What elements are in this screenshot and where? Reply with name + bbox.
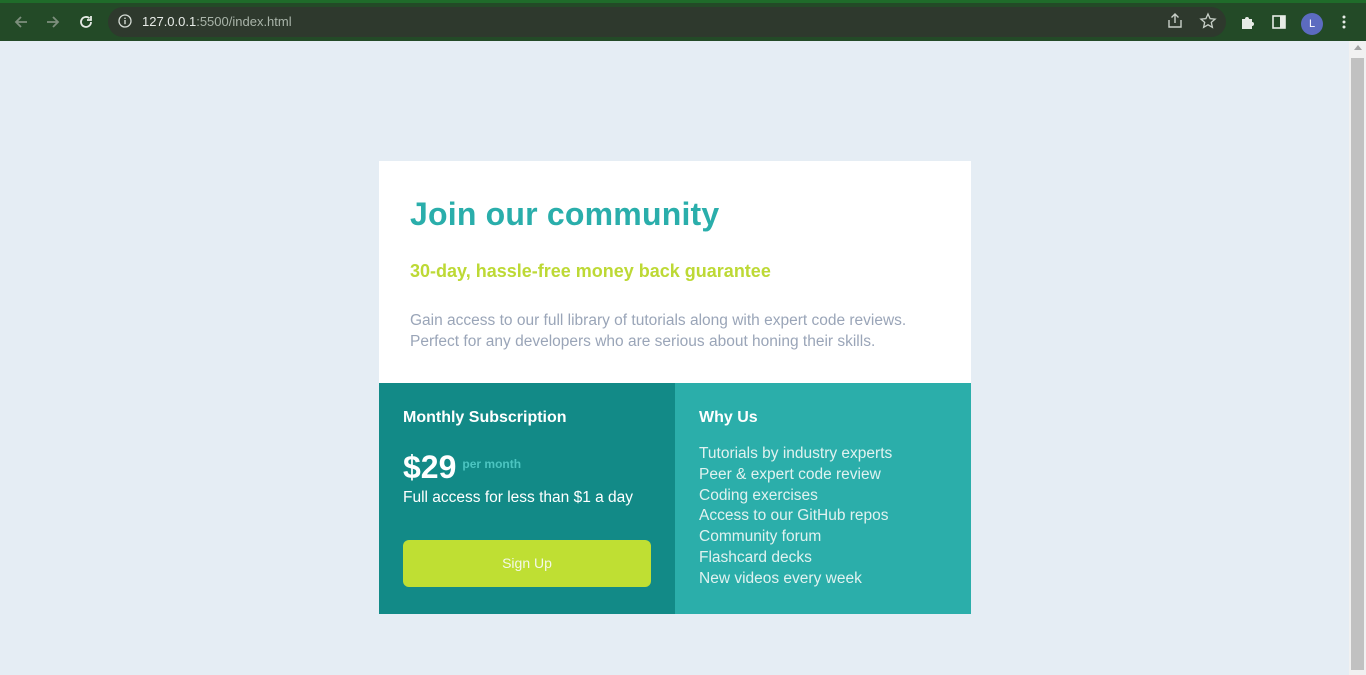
price-note: Full access for less than $1 a day (403, 489, 634, 506)
bookmark-star-icon[interactable] (1199, 12, 1217, 30)
puzzle-icon (1242, 17, 1254, 29)
menu-button[interactable] (1331, 9, 1357, 35)
url-host: 127.0.0.1 (142, 14, 197, 29)
arrow-right-icon (47, 16, 60, 28)
why-us-list: Tutorials by industry experts Peer & exp… (699, 444, 892, 590)
url-path: :5500/index.html (196, 14, 292, 29)
sign-up-button[interactable]: Sign Up (403, 540, 651, 587)
arrow-left-icon (14, 16, 27, 28)
page-title: Join our community (410, 196, 720, 232)
address-bar[interactable]: 127.0.0.1:5500/index.html (108, 7, 1226, 37)
why-us-panel: Why Us Tutorials by industry experts Pee… (675, 383, 971, 614)
forward-button[interactable] (40, 9, 66, 35)
side-panel-button[interactable] (1266, 9, 1292, 35)
share-icon[interactable] (1166, 12, 1184, 30)
profile-avatar[interactable]: L (1301, 13, 1323, 35)
scroll-up-arrow-icon[interactable] (1354, 45, 1362, 50)
list-item: Flashcard decks (699, 548, 812, 566)
reload-icon (80, 16, 92, 28)
list-item: Peer & expert code review (699, 465, 881, 483)
guarantee-subtitle: 30-day, hassle-free money back guarantee (410, 261, 771, 281)
reload-button[interactable] (73, 9, 99, 35)
list-item: Community forum (699, 528, 822, 546)
page-scrollbar[interactable] (1349, 41, 1366, 675)
browser-toolbar: 127.0.0.1:5500/index.html L (0, 0, 1366, 41)
list-item: Coding exercises (699, 486, 818, 504)
subscription-heading: Monthly Subscription (403, 409, 567, 426)
site-info-icon[interactable] (118, 14, 132, 28)
price-row: $29 per month (403, 449, 521, 489)
scrollbar-thumb[interactable] (1351, 58, 1364, 670)
list-item: New videos every week (699, 569, 862, 587)
pricing-card: Join our community 30-day, hassle-free m… (379, 161, 971, 614)
back-button[interactable] (8, 9, 34, 35)
extensions-button[interactable] (1235, 9, 1261, 35)
intro-description: Gain access to our full library of tutor… (410, 312, 907, 350)
list-item: Access to our GitHub repos (699, 507, 889, 525)
subscription-panel: Monthly Subscription $29 per month Full a… (379, 383, 675, 614)
price-value: $29 (403, 449, 457, 485)
kebab-menu-icon (1342, 15, 1346, 29)
why-us-heading: Why Us (699, 409, 758, 426)
intro-section: Join our community 30-day, hassle-free m… (379, 161, 971, 383)
side-panel-icon (1272, 15, 1286, 29)
url-text[interactable]: 127.0.0.1:5500/index.html (142, 14, 292, 29)
list-item: Tutorials by industry experts (699, 445, 893, 462)
price-period: per month (462, 456, 522, 471)
